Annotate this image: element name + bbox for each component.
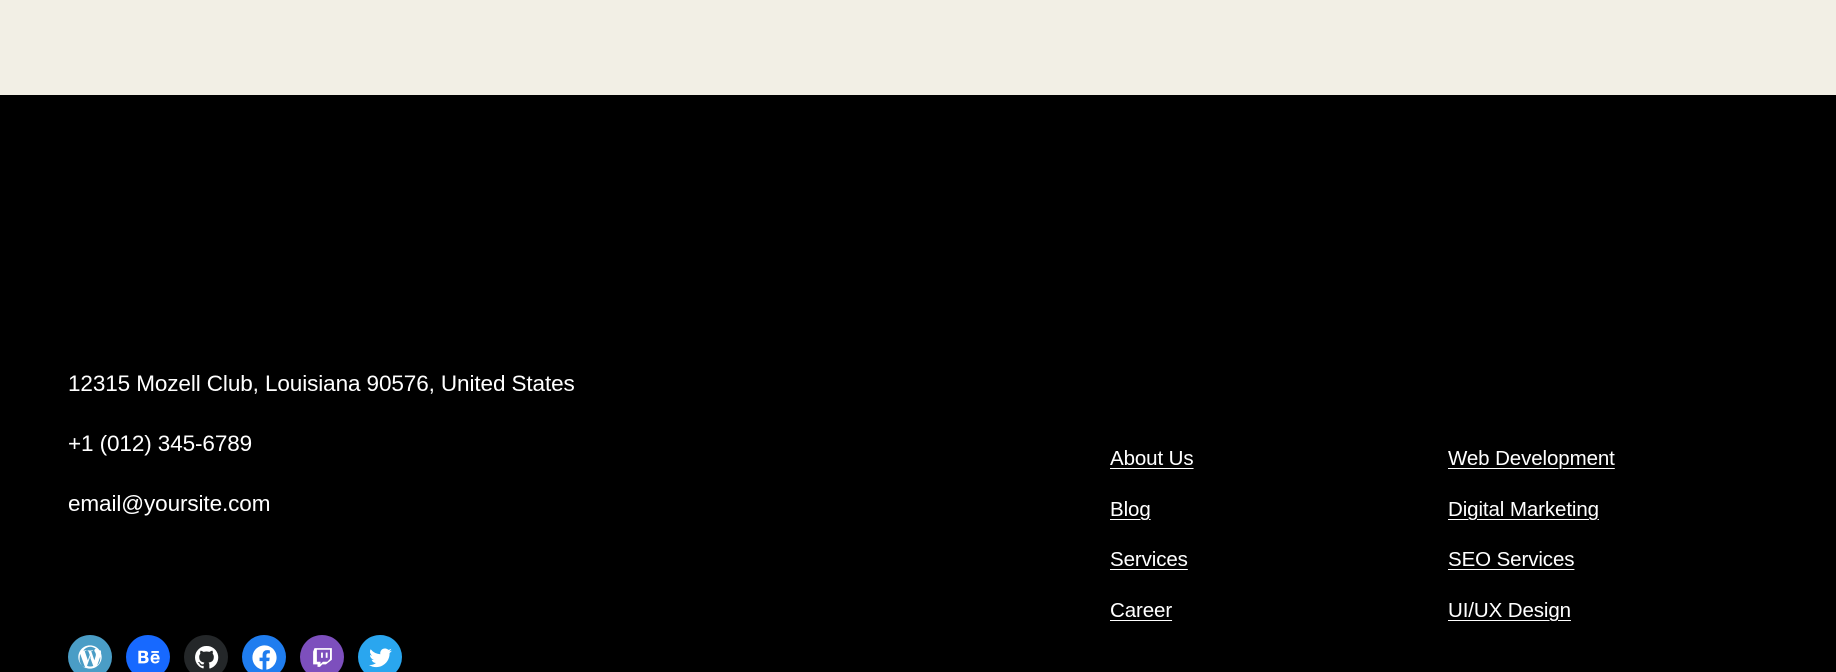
footer-link-column-company: About Us Blog Services Career [1110, 447, 1400, 623]
contact-address: 12315 Mozell Club, Louisiana 90576, Unit… [68, 371, 575, 396]
footer-link-about-us[interactable]: About Us [1110, 447, 1194, 472]
contact-email[interactable]: email@yoursite.com [68, 490, 828, 517]
github-icon[interactable] [184, 635, 228, 672]
facebook-icon[interactable] [242, 635, 286, 672]
footer-link-blog[interactable]: Blog [1110, 498, 1151, 523]
footer-link-ui-ux-design[interactable]: UI/UX Design [1448, 599, 1571, 624]
previous-section-band [0, 0, 1836, 95]
footer-link-career[interactable]: Career [1110, 599, 1172, 624]
contact-phone[interactable]: +1 (012) 345-6789 [68, 430, 828, 457]
site-footer: 12315 Mozell Club, Louisiana 90576, Unit… [0, 95, 1836, 672]
social-links-row [68, 635, 402, 672]
wordpress-icon[interactable] [68, 635, 112, 672]
footer-link-web-development[interactable]: Web Development [1448, 447, 1615, 472]
footer-link-services[interactable]: Services [1110, 548, 1188, 573]
footer-link-digital-marketing[interactable]: Digital Marketing [1448, 498, 1599, 523]
contact-info-block: 12315 Mozell Club, Louisiana 90576, Unit… [68, 370, 828, 517]
footer-link-seo-services[interactable]: SEO Services [1448, 548, 1575, 573]
twitch-icon[interactable] [300, 635, 344, 672]
behance-icon[interactable] [126, 635, 170, 672]
footer-page: 12315 Mozell Club, Louisiana 90576, Unit… [0, 0, 1836, 672]
footer-link-column-services: Web Development Digital Marketing SEO Se… [1448, 447, 1788, 623]
twitter-icon[interactable] [358, 635, 402, 672]
